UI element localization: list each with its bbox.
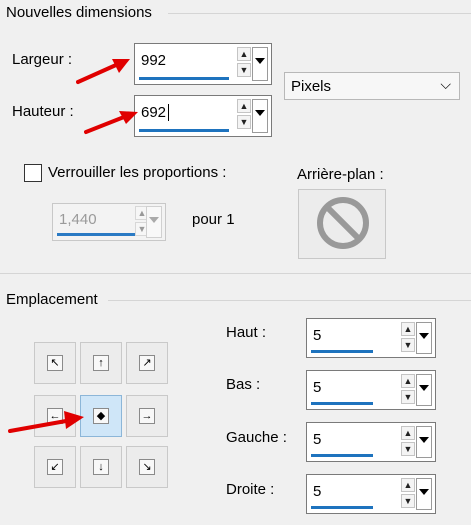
section-divider <box>168 13 471 14</box>
right-dropdown-icon[interactable] <box>416 478 432 510</box>
top-down-icon[interactable]: ▼ <box>401 338 415 352</box>
width-value: 992 <box>141 52 167 69</box>
top-progress-bar <box>311 350 373 353</box>
left-value: 5 <box>313 431 322 448</box>
width-down-icon[interactable]: ▼ <box>237 63 251 77</box>
anchor-bottom-right[interactable]: ↘ <box>126 446 168 488</box>
section-divider <box>108 300 471 301</box>
right-value: 5 <box>313 483 322 500</box>
right-label: Droite : <box>226 481 275 498</box>
bottom-value: 5 <box>313 379 322 396</box>
left-field[interactable]: 5 ▲ ▼ <box>306 422 436 462</box>
bottom-field[interactable]: 5 ▲ ▼ <box>306 370 436 410</box>
arrow-up-icon: ↑ <box>93 355 109 371</box>
ratio-progress-bar <box>57 233 137 236</box>
text-cursor <box>168 104 169 121</box>
arrow-right-icon: → <box>139 408 155 424</box>
top-value: 5 <box>313 327 322 344</box>
right-down-icon[interactable]: ▼ <box>401 494 415 508</box>
section-title-placement: Emplacement <box>6 291 98 308</box>
left-dropdown-icon[interactable] <box>416 426 432 458</box>
width-progress-bar <box>139 77 229 80</box>
height-value: 692 <box>141 104 167 121</box>
ratio-dropdown-icon[interactable] <box>146 206 162 238</box>
height-progress-bar <box>139 129 229 132</box>
anchor-top-left[interactable]: ↖ <box>34 342 76 384</box>
height-field[interactable]: 692 ▲ ▼ <box>134 95 272 137</box>
bottom-progress-bar <box>311 402 373 405</box>
bottom-dropdown-icon[interactable] <box>416 374 432 406</box>
anchor-top-right[interactable]: ↗ <box>126 342 168 384</box>
anchor-right[interactable]: → <box>126 395 168 437</box>
units-select[interactable]: Pixels ⌵ <box>284 72 460 100</box>
anchor-bottom-left[interactable]: ↙ <box>34 446 76 488</box>
ratio-suffix: pour 1 <box>192 211 235 228</box>
center-diamond-icon: ◆ <box>93 408 109 424</box>
arrow-down-icon: ↓ <box>93 459 109 475</box>
bottom-down-icon[interactable]: ▼ <box>401 390 415 404</box>
width-up-icon[interactable]: ▲ <box>237 47 251 61</box>
anchor-bottom[interactable]: ↓ <box>80 446 122 488</box>
annotation-arrow-icon <box>84 111 138 134</box>
lock-ratio-label: Verrouiller les proportions : <box>48 164 227 181</box>
arrow-up-right-icon: ↗ <box>139 355 155 371</box>
arrow-down-right-icon: ↘ <box>139 459 155 475</box>
ratio-field[interactable]: 1,440 ▲ ▼ <box>52 203 166 241</box>
left-up-icon[interactable]: ▲ <box>401 426 415 440</box>
units-selected-value: Pixels <box>291 78 332 95</box>
right-up-icon[interactable]: ▲ <box>401 478 415 492</box>
width-label: Largeur : <box>12 51 73 68</box>
arrow-down-left-icon: ↙ <box>47 459 63 475</box>
annotation-arrow-icon <box>8 411 84 433</box>
anchor-top[interactable]: ↑ <box>80 342 122 384</box>
height-down-icon[interactable]: ▼ <box>237 115 251 129</box>
height-up-icon[interactable]: ▲ <box>237 99 251 113</box>
bottom-label: Bas : <box>226 376 261 393</box>
lock-ratio-checkbox[interactable] <box>24 164 42 182</box>
top-field[interactable]: 5 ▲ ▼ <box>306 318 436 358</box>
left-label: Gauche : <box>226 429 287 446</box>
height-dropdown-icon[interactable] <box>252 99 268 133</box>
background-swatch[interactable] <box>298 189 386 259</box>
width-field[interactable]: 992 ▲ ▼ <box>134 43 272 85</box>
left-down-icon[interactable]: ▼ <box>401 442 415 456</box>
background-label: Arrière-plan : <box>297 166 384 183</box>
left-progress-bar <box>311 454 373 457</box>
bottom-up-icon[interactable]: ▲ <box>401 374 415 388</box>
width-dropdown-icon[interactable] <box>252 47 268 81</box>
ratio-value: 1,440 <box>59 211 97 228</box>
right-progress-bar <box>311 506 373 509</box>
section-divider <box>0 273 471 274</box>
right-field[interactable]: 5 ▲ ▼ <box>306 474 436 514</box>
top-dropdown-icon[interactable] <box>416 322 432 354</box>
no-entry-icon <box>317 197 369 249</box>
height-label: Hauteur : <box>12 103 74 120</box>
top-label: Haut : <box>226 324 267 341</box>
chevron-down-icon: ⌵ <box>440 76 451 92</box>
section-title-new-dimensions: Nouvelles dimensions <box>6 4 152 21</box>
arrow-up-left-icon: ↖ <box>47 355 63 371</box>
top-up-icon[interactable]: ▲ <box>401 322 415 336</box>
annotation-arrow-icon <box>76 59 130 84</box>
